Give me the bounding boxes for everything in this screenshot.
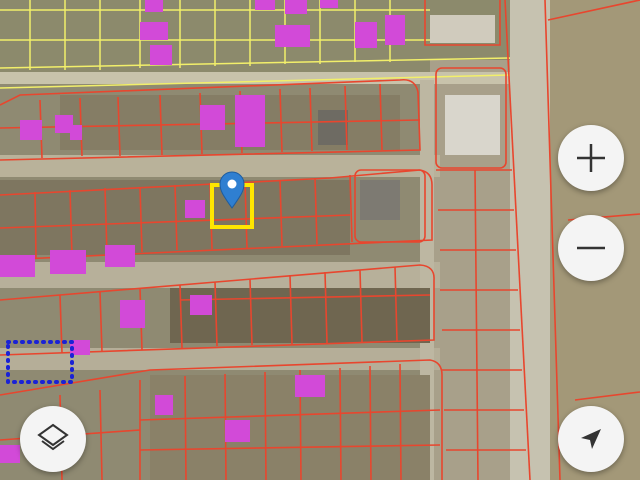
map-view[interactable] bbox=[0, 0, 640, 480]
satellite-map[interactable] bbox=[0, 0, 640, 480]
gray-building bbox=[318, 110, 348, 145]
facility-building bbox=[360, 180, 400, 220]
warehouse-building bbox=[445, 95, 500, 155]
plus-icon bbox=[577, 144, 605, 172]
block-c bbox=[60, 95, 400, 150]
zoom-in-button[interactable] bbox=[558, 125, 624, 191]
navigation-arrow-icon bbox=[581, 429, 601, 449]
main-road bbox=[510, 0, 550, 480]
layers-button[interactable] bbox=[20, 406, 86, 472]
zoom-out-button[interactable] bbox=[558, 215, 624, 281]
minus-icon bbox=[577, 246, 605, 250]
locate-button[interactable] bbox=[558, 406, 624, 472]
block-d bbox=[150, 375, 430, 480]
top-building bbox=[430, 15, 495, 43]
layers-icon bbox=[37, 423, 69, 451]
